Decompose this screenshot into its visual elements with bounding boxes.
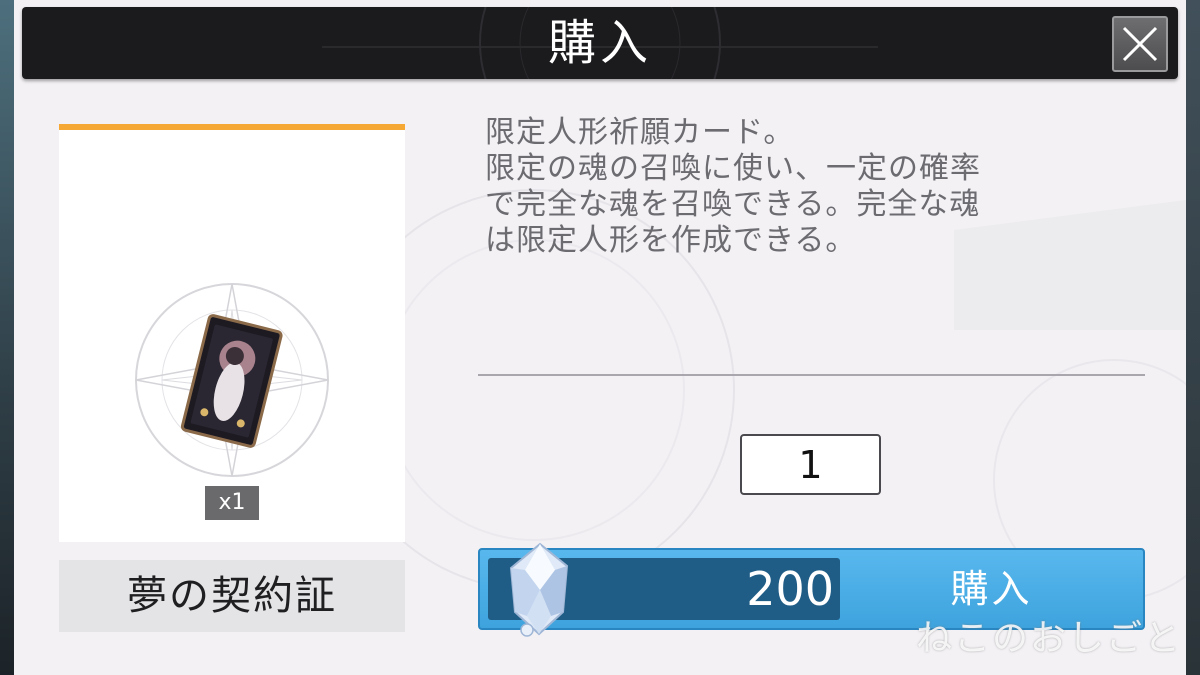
divider (478, 374, 1145, 376)
description-line: で完全な魂を召喚できる。完全な魂 (485, 187, 981, 222)
description-line: 限定の魂の召喚に使い、一定の確率 (485, 151, 981, 186)
quantity-badge: x1 (205, 486, 259, 520)
purchase-dialog: 購入 x1 夢の契約証 限定人形祈願カード。 限定の魂の召喚に使い、一定の確率 … (14, 0, 1186, 675)
title-bar: 購入 (22, 7, 1178, 79)
item-description: 限定人形祈願カード。 限定の魂の召喚に使い、一定の確率 で完全な魂を召喚できる。… (485, 115, 1155, 259)
close-icon (1122, 26, 1158, 62)
quantity-input[interactable] (740, 434, 881, 495)
tarot-card-icon (135, 283, 329, 477)
dialog-title: 購入 (547, 15, 652, 71)
price-value: 200 (746, 562, 834, 616)
item-card: x1 夢の契約証 (59, 124, 405, 632)
description-line: 限定人形祈願カード。 (485, 115, 795, 150)
crystal-gem-icon (509, 542, 569, 637)
background-left-edge (0, 0, 14, 675)
item-name: 夢の契約証 (127, 573, 337, 619)
background-right-edge (1186, 0, 1200, 675)
item-image-area: x1 (59, 130, 405, 542)
watermark: ねこのおしごと (915, 618, 1182, 659)
description-line: は限定人形を作成できる。 (485, 223, 857, 258)
item-name-box: 夢の契約証 (59, 560, 405, 632)
close-button[interactable] (1112, 16, 1168, 72)
